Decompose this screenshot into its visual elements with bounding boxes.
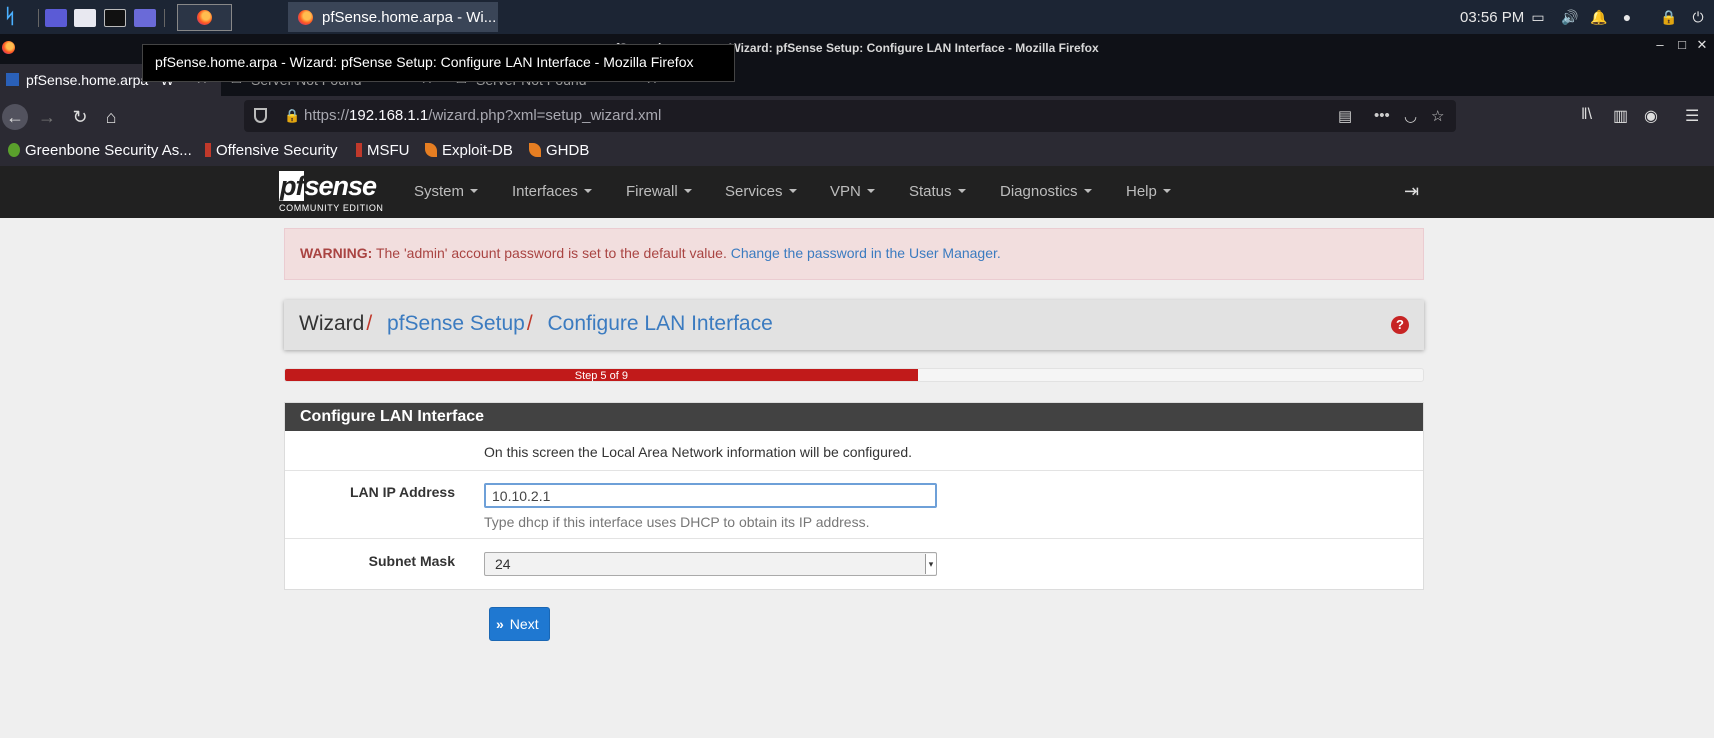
display-icon[interactable]: ▭ [1530,9,1546,25]
bookmark-msfu[interactable]: MSFU [356,142,410,159]
lan-ip-input[interactable] [484,483,937,508]
ghdb-icon [529,143,541,157]
firefox-icon [197,10,212,25]
menu-firewall[interactable]: Firewall [626,183,692,200]
workspace-icon[interactable] [45,9,67,27]
bookmark-offensive-security[interactable]: Offensive Security [205,142,337,159]
panel-title: Configure LAN Interface [285,403,1423,431]
breadcrumb-pfsense-setup[interactable]: pfSense Setup [387,312,525,335]
breadcrumb-configure-lan[interactable]: Configure LAN Interface [548,312,773,335]
intro-text: On this screen the Local Area Network in… [484,444,912,460]
clock[interactable]: 03:56 PM [1460,9,1524,26]
menu-interfaces[interactable]: Interfaces [512,183,592,200]
lock-icon[interactable]: 🔒 [284,108,300,124]
taskbar-firefox-window[interactable]: pfSense.home.arpa - Wi... [288,2,498,32]
default-password-warning: WARNING: The 'admin' account password is… [284,228,1424,280]
bookmark-exploit-db[interactable]: Exploit-DB [425,142,513,159]
terminal-icon[interactable] [104,9,126,27]
forward-icon[interactable]: → [34,104,60,130]
taskbar-divider [164,9,165,27]
lan-ip-hint: Type dhcp if this interface uses DHCP to… [484,514,870,530]
intro-row: On this screen the Local Area Network in… [285,431,1423,470]
help-icon[interactable]: ? [1391,316,1409,334]
lan-ip-row: LAN IP Address Type dhcp if this interfa… [285,470,1423,538]
firefox-launcher[interactable] [177,4,232,31]
warning-label: WARNING: [300,245,373,261]
subnet-mask-select[interactable]: 24 ▾ [484,552,937,576]
breadcrumb: Wizard/ pfSense Setup/ Configure LAN Int… [284,300,1424,350]
close-window-icon[interactable]: ✕ [1694,37,1710,53]
hamburger-menu-icon[interactable]: ☰ [1685,106,1699,126]
screen-recorder-icon[interactable] [134,9,156,27]
page-content: WARNING: The 'admin' account password is… [0,218,1714,738]
page-actions-icon[interactable]: ••• [1374,107,1390,124]
pocket-icon[interactable]: ◡ [1404,107,1417,125]
kali-menu-icon[interactable]: ᛋ [4,4,28,30]
taskbar-divider [38,9,39,27]
logout-icon[interactable]: ⇥ [1404,181,1419,202]
maximize-icon[interactable]: □ [1674,37,1690,52]
next-button[interactable]: » Next [489,607,550,641]
configure-lan-panel: Configure LAN Interface On this screen t… [284,402,1424,590]
url-bar[interactable]: 🔒 https://192.168.1.1/wizard.php?xml=set… [244,100,1456,132]
menu-vpn[interactable]: VPN [830,183,875,200]
change-password-link[interactable]: Change the password in the User Manager. [731,245,1001,261]
warning-text: The 'admin' account password is set to t… [372,245,731,261]
power-icon[interactable]: ⏻ [1690,9,1706,25]
offsec-icon [205,143,211,157]
reload-icon[interactable]: ↻ [67,104,93,130]
account-icon[interactable]: ◉ [1644,106,1658,126]
wizard-progress-bar: Step 5 of 9 [285,369,918,381]
double-chevron-right-icon: » [496,616,504,632]
breadcrumb-separator: / [526,312,533,335]
subnet-label: Subnet Mask [368,553,455,569]
navigation-toolbar: ← → ↻ ⌂ 🔒 https://192.168.1.1/wizard.php… [0,96,1714,138]
firefox-icon [2,41,15,54]
desktop-taskbar: ᛋ pfSense.home.arpa - Wi... 03:56 PM ▭ 🔊… [0,0,1714,34]
volume-icon[interactable]: 🔊 [1561,9,1578,25]
back-icon[interactable]: ← [2,104,28,130]
firefox-icon [298,10,313,25]
taskbar-window-title: pfSense.home.arpa - Wi... [322,9,497,26]
subnet-mask-value: 24 [495,556,511,572]
wizard-progress: Step 5 of 9 [284,368,1424,382]
bookmark-greenbone[interactable]: Greenbone Security As... [8,142,192,159]
reader-view-icon[interactable]: ▤ [1338,107,1352,125]
tracking-protection-icon[interactable] [254,108,267,123]
menu-status[interactable]: Status [909,183,966,200]
pfsense-logo[interactable]: pfsense COMMUNITY EDITION [279,171,389,215]
network-icon[interactable]: ● [1619,9,1635,25]
bookmark-star-icon[interactable]: ☆ [1431,107,1444,125]
window-title-tooltip: pfSense.home.arpa - Wizard: pfSense Setu… [142,44,735,82]
url-text[interactable]: https://192.168.1.1/wizard.php?xml=setup… [304,107,661,124]
menu-services[interactable]: Services [725,183,797,200]
pfsense-edition: COMMUNITY EDITION [279,203,384,213]
pfsense-favicon [6,73,19,86]
chevron-down-icon[interactable]: ▾ [925,554,936,574]
menu-help[interactable]: Help [1126,183,1171,200]
greenbone-icon [8,143,20,157]
menu-system[interactable]: System [414,183,478,200]
notification-bell-icon[interactable]: 🔔 [1590,9,1607,25]
pfsense-navbar: pfsense COMMUNITY EDITION System Interfa… [0,166,1714,218]
breadcrumb-separator: / [366,312,373,335]
breadcrumb-wizard: Wizard [299,312,365,335]
lock-screen-icon[interactable]: 🔒 [1660,9,1677,25]
bookmark-ghdb[interactable]: GHDB [529,142,589,159]
home-icon[interactable]: ⌂ [98,104,124,130]
pfsense-logo-text: pfsense [279,171,377,201]
menu-diagnostics[interactable]: Diagnostics [1000,183,1092,200]
next-button-label: Next [509,616,539,632]
offsec-icon [356,143,362,157]
subnet-row: Subnet Mask 24 ▾ [285,538,1423,589]
lan-ip-label: LAN IP Address [349,484,455,500]
minimize-icon[interactable]: – [1652,37,1668,52]
library-icon[interactable]: ‖\ [1581,106,1592,124]
sidebar-icon[interactable]: ▥ [1613,106,1628,126]
exploit-db-icon [425,143,437,157]
file-manager-icon[interactable] [74,9,96,27]
bookmarks-toolbar: Greenbone Security As... Offensive Secur… [0,138,1714,166]
